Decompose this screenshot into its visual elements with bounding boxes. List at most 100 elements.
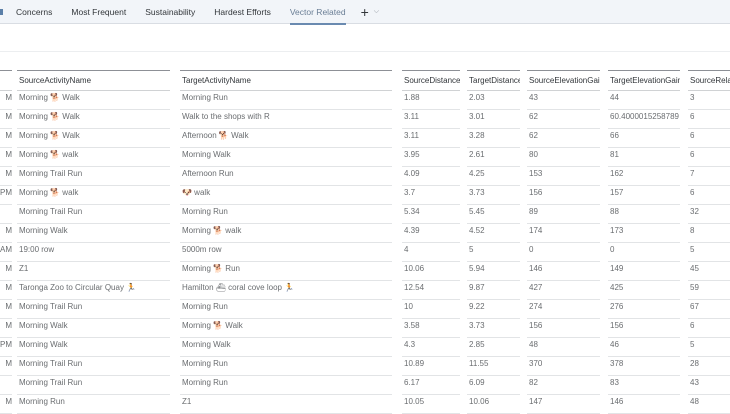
toolbar-area bbox=[0, 24, 730, 52]
table-cell: M bbox=[0, 262, 12, 281]
table-cell: Morning 🐕 walk bbox=[180, 224, 392, 243]
table-cell: Morning Run bbox=[180, 91, 392, 110]
table-cell: 157 bbox=[608, 186, 680, 205]
table-cell: 3.11 bbox=[402, 110, 460, 129]
table-cell: 156 bbox=[608, 319, 680, 338]
table-cell: 146 bbox=[527, 262, 600, 281]
table-row[interactable]: Morning Trail Run Morning Run 6.17 6.09 82 83… bbox=[0, 376, 730, 395]
table-cell: 6 bbox=[688, 186, 730, 205]
table-row[interactable]: M Morning Walk Morning 🐕 Walk 3.58 3.73 156 15… bbox=[0, 319, 730, 338]
column-header[interactable]: TargetDistance bbox=[467, 70, 520, 91]
table-row[interactable]: M Taronga Zoo to Circular Quay 🏃 Hamilton … bbox=[0, 281, 730, 300]
table-cell: 3 bbox=[688, 91, 730, 110]
table-cell: Morning Run bbox=[180, 357, 392, 376]
table-cell: M bbox=[0, 357, 12, 376]
data-table: SourceActivityName TargetActivityName Sour… bbox=[0, 70, 730, 414]
table-cell: Hamilton ⛴ coral cove loop 🏃 bbox=[180, 281, 392, 300]
table-cell: 3.7 bbox=[402, 186, 460, 205]
plus-icon[interactable]: + bbox=[361, 4, 369, 20]
table-cell: Morning Walk bbox=[180, 148, 392, 167]
table-cell: 6 bbox=[688, 148, 730, 167]
column-header[interactable]: SourceDistance bbox=[402, 70, 460, 91]
column-header[interactable]: SourceActivityName bbox=[17, 70, 170, 91]
table-cell: M bbox=[0, 91, 12, 110]
table-cell: 10 bbox=[402, 300, 460, 319]
table-cell: 5 bbox=[688, 338, 730, 357]
column-header[interactable]: TargetActivityName bbox=[180, 70, 392, 91]
table-row[interactable]: M Morning Walk Morning 🐕 walk 4.39 4.52 174 17… bbox=[0, 224, 730, 243]
table-cell: 62 bbox=[527, 110, 600, 129]
table-cell: 88 bbox=[608, 205, 680, 224]
table-cell: 4.39 bbox=[402, 224, 460, 243]
table-cell: 425 bbox=[608, 281, 680, 300]
table-row[interactable]: M Morning Trail Run Afternoon Run 4.09 4.25 1… bbox=[0, 167, 730, 186]
table-cell: Morning 🐕 walk bbox=[17, 148, 170, 167]
tab-edge bbox=[0, 9, 3, 15]
table-cell: 4.3 bbox=[402, 338, 460, 357]
table-cell: Morning Trail Run bbox=[17, 357, 170, 376]
column-header[interactable]: SourceRela bbox=[688, 70, 730, 91]
tab-most-frequent[interactable]: Most Frequent bbox=[71, 0, 126, 24]
table-cell: 10.06 bbox=[467, 395, 520, 414]
table-cell: 146 bbox=[608, 395, 680, 414]
table-cell bbox=[0, 205, 12, 224]
table-header: SourceActivityName TargetActivityName Sour… bbox=[0, 70, 730, 91]
table-cell: 174 bbox=[527, 224, 600, 243]
table-cell: M bbox=[0, 319, 12, 338]
table-cell: 4.09 bbox=[402, 167, 460, 186]
tab-vector-related[interactable]: Vector Related bbox=[289, 0, 346, 25]
table-row[interactable]: M Z1 Morning 🐕 Run 10.06 5.94 146 149 45 bbox=[0, 262, 730, 281]
table-cell: 28 bbox=[688, 357, 730, 376]
table-cell: 153 bbox=[527, 167, 600, 186]
table-cell: 5.34 bbox=[402, 205, 460, 224]
table-row[interactable]: M Morning 🐕 Walk Walk to the shops with R 3… bbox=[0, 110, 730, 129]
table-cell: 44 bbox=[608, 91, 680, 110]
table-cell: 10.06 bbox=[402, 262, 460, 281]
column-header[interactable]: TargetElevationGain bbox=[608, 70, 680, 91]
table-row[interactable]: PM Morning 🐕 walk 🐶 walk 3.7 3.73 156 157 6 bbox=[0, 186, 730, 205]
table-cell: 3.58 bbox=[402, 319, 460, 338]
table-cell: 156 bbox=[527, 186, 600, 205]
table-row[interactable]: PM Morning Walk Morning Walk 4.3 2.85 48 46 5 bbox=[0, 338, 730, 357]
table-cell: M bbox=[0, 300, 12, 319]
table-cell: PM bbox=[0, 338, 12, 357]
table-cell: Morning 🐕 Walk bbox=[17, 129, 170, 148]
chevron-down-icon[interactable]: ⌵ bbox=[374, 8, 379, 16]
table-cell: 11.55 bbox=[467, 357, 520, 376]
table-row[interactable]: Morning Trail Run Morning Run 5.34 5.45 89 88… bbox=[0, 205, 730, 224]
column-header[interactable] bbox=[0, 70, 12, 91]
table-cell: Morning Walk bbox=[17, 319, 170, 338]
table-cell: Walk to the shops with R bbox=[180, 110, 392, 129]
table-row[interactable]: M Morning Run Z1 10.05 10.06 147 146 48 bbox=[0, 395, 730, 414]
column-header[interactable]: SourceElevationGain bbox=[527, 70, 600, 91]
tab-concerns[interactable]: Concerns bbox=[16, 0, 52, 24]
table-cell: 2.85 bbox=[467, 338, 520, 357]
table-row[interactable]: M Morning 🐕 Walk Morning Run 1.88 2.03 43 44 3 bbox=[0, 91, 730, 110]
table-cell: 5 bbox=[688, 243, 730, 262]
table-row[interactable]: AM 19:00 row 5000m row 4 5 0 0 5 bbox=[0, 243, 730, 262]
table-row[interactable]: M Morning Trail Run Morning Run 10.89 11.55 3… bbox=[0, 357, 730, 376]
table-cell: Morning Run bbox=[180, 300, 392, 319]
table-cell: 6.09 bbox=[467, 376, 520, 395]
table-cell: Morning Run bbox=[180, 205, 392, 224]
table-cell: 370 bbox=[527, 357, 600, 376]
table-cell: Morning Walk bbox=[180, 338, 392, 357]
table-cell: 🐶 walk bbox=[180, 186, 392, 205]
table-cell: M bbox=[0, 281, 12, 300]
table-row[interactable]: M Morning 🐕 Walk Afternoon 🐕 Walk 3.11 3.28 6… bbox=[0, 129, 730, 148]
table-cell: 59 bbox=[688, 281, 730, 300]
table-row[interactable]: M Morning 🐕 walk Morning Walk 3.95 2.61 80 81 6 bbox=[0, 148, 730, 167]
table-cell: Morning Walk bbox=[17, 338, 170, 357]
table-cell: 5.45 bbox=[467, 205, 520, 224]
table-cell: 3.73 bbox=[467, 319, 520, 338]
table-cell: PM bbox=[0, 186, 12, 205]
table-cell: Taronga Zoo to Circular Quay 🏃 bbox=[17, 281, 170, 300]
table-row[interactable]: M Morning Trail Run Morning Run 10 9.22 274 27… bbox=[0, 300, 730, 319]
tab-sustainability[interactable]: Sustainability bbox=[145, 0, 195, 24]
table-cell: 43 bbox=[688, 376, 730, 395]
table-cell: 43 bbox=[527, 91, 600, 110]
table-cell: 3.11 bbox=[402, 129, 460, 148]
table-cell: 4.52 bbox=[467, 224, 520, 243]
tab-hardest-efforts[interactable]: Hardest Efforts bbox=[214, 0, 271, 24]
table-cell: 276 bbox=[608, 300, 680, 319]
